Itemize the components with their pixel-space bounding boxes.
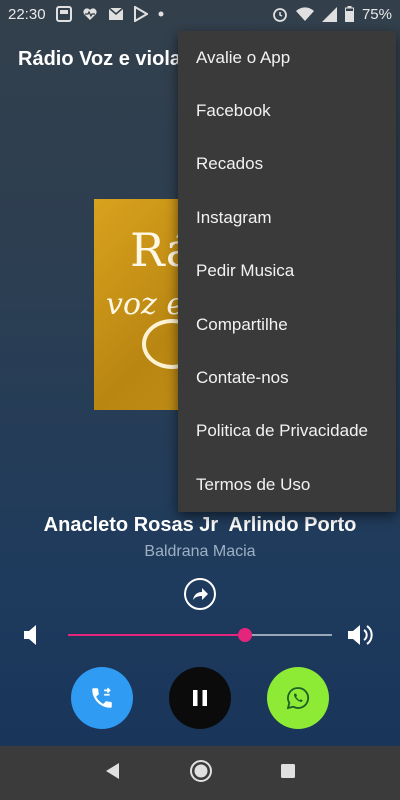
share-arrow-icon: [193, 588, 208, 600]
status-right: 75%: [272, 6, 392, 23]
track-artist: Baldrana Macia: [144, 543, 256, 560]
status-left: 22:30: [8, 6, 164, 23]
menu-item-facebook[interactable]: Facebook: [178, 84, 396, 137]
recents-icon[interactable]: [280, 763, 296, 784]
system-nav-bar: [0, 746, 400, 800]
pause-icon: [193, 690, 207, 706]
heart-monitor-icon: [82, 6, 98, 22]
menu-item-share[interactable]: Compartilhe: [178, 298, 396, 351]
play-store-icon: [133, 6, 148, 22]
menu-item-contact[interactable]: Contate-nos: [178, 351, 396, 404]
status-bar: 22:30 75%: [0, 0, 400, 28]
battery-icon: [344, 6, 354, 22]
album-art-script: voz e: [106, 287, 185, 322]
phone-forward-icon: [92, 687, 112, 708]
home-icon[interactable]: [189, 759, 213, 788]
app-title: Rádio Voz e viola: [18, 48, 181, 70]
cell-signal-icon: [321, 6, 337, 22]
menu-item-instagram[interactable]: Instagram: [178, 191, 396, 244]
volume-row: [0, 622, 400, 648]
overflow-menu: Avalie o App Facebook Recados Instagram …: [178, 31, 396, 512]
volume-slider[interactable]: [68, 628, 332, 642]
battery-percent: 75%: [361, 5, 392, 23]
wifi-icon: [295, 6, 314, 22]
menu-item-terms-of-use[interactable]: Termos de Uso: [178, 458, 396, 511]
dot-icon: [158, 11, 164, 17]
menu-item-request-music[interactable]: Pedir Musica: [178, 245, 396, 298]
whatsapp-icon: [286, 687, 310, 710]
alarm-icon: [272, 6, 288, 22]
menu-item-rate-app[interactable]: Avalie o App: [178, 31, 396, 84]
back-icon[interactable]: [104, 762, 122, 785]
volume-slider-fill: [68, 634, 245, 636]
gmail-icon: [108, 7, 124, 21]
photos-icon: [55, 6, 72, 22]
status-time: 22:30: [8, 5, 46, 23]
call-button[interactable]: [71, 667, 133, 729]
volume-slider-thumb[interactable]: [237, 628, 252, 642]
pause-button[interactable]: [169, 667, 231, 729]
whatsapp-button[interactable]: [267, 667, 329, 729]
volume-low-icon[interactable]: [24, 625, 38, 650]
menu-item-privacy-policy[interactable]: Politica de Privacidade: [178, 405, 396, 458]
menu-item-recados[interactable]: Recados: [178, 138, 396, 191]
volume-high-icon[interactable]: [348, 624, 376, 651]
track-title: Anacleto Rosas Jr Arlindo Porto: [43, 514, 357, 536]
share-button[interactable]: [184, 578, 216, 610]
